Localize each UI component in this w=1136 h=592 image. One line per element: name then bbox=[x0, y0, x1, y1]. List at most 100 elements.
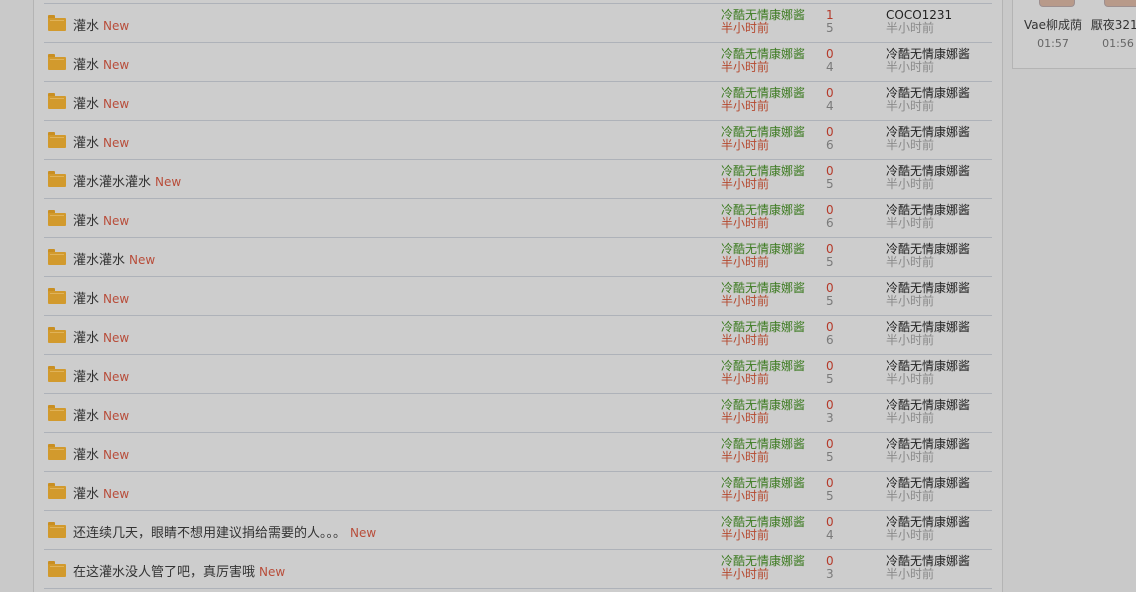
thread-row[interactable]: 灌水 New 冷酷无情康娜酱 半小时前 1 5 COCO1231 半小时前 bbox=[44, 4, 992, 43]
view-count: 5 bbox=[826, 294, 834, 308]
view-count: 5 bbox=[826, 450, 834, 464]
thread-row[interactable]: 灌水 New 冷酷无情康娜酱 半小时前 0 4 冷酷无情康娜酱 半小时前 bbox=[44, 82, 992, 121]
last-post-time[interactable]: 半小时前 bbox=[886, 451, 970, 464]
thread-counts: 05 bbox=[826, 282, 834, 308]
visitor-name[interactable]: Vae柳成荫 bbox=[1023, 16, 1083, 33]
post-time: 半小时前 bbox=[721, 21, 770, 35]
thread-title-link[interactable]: 灌水 bbox=[73, 370, 99, 385]
thread-title-wrap: 灌水 New bbox=[73, 366, 129, 385]
thread-author: 冷酷无情康娜酱 半小时前 bbox=[721, 438, 805, 464]
last-post-time[interactable]: 半小时前 bbox=[886, 61, 970, 74]
new-badge: New bbox=[155, 175, 182, 189]
thread-title-link[interactable]: 灌水 bbox=[73, 409, 99, 424]
last-post: 冷酷无情康娜酱 半小时前 bbox=[886, 48, 970, 74]
last-post-time[interactable]: 半小时前 bbox=[886, 256, 970, 269]
thread-row[interactable]: 灌水 New 冷酷无情康娜酱 半小时前 0 5 冷酷无情康娜酱 半小时前 bbox=[44, 472, 992, 511]
thread-counts: 03 bbox=[826, 555, 834, 581]
last-post: 冷酷无情康娜酱 半小时前 bbox=[886, 282, 970, 308]
last-post-time[interactable]: 半小时前 bbox=[886, 412, 970, 425]
last-post-time[interactable]: 半小时前 bbox=[886, 139, 970, 152]
last-post-time[interactable]: 半小时前 bbox=[886, 529, 970, 542]
thread-title-link[interactable]: 灌水灌水 bbox=[73, 253, 125, 268]
new-badge: New bbox=[103, 292, 130, 306]
post-time: 半小时前 bbox=[721, 138, 770, 152]
last-post-time[interactable]: 半小时前 bbox=[886, 568, 970, 581]
thread-author: 冷酷无情康娜酱 半小时前 bbox=[721, 126, 805, 152]
thread-title-link[interactable]: 灌水 bbox=[73, 487, 99, 502]
thread-title-link[interactable]: 灌水 bbox=[73, 292, 99, 307]
last-post-time[interactable]: 半小时前 bbox=[886, 178, 970, 191]
thread-row[interactable]: 灌水 New 冷酷无情康娜酱 半小时前 0 5 冷酷无情康娜酱 半小时前 bbox=[44, 355, 992, 394]
thread-row[interactable]: 灌水 New 冷酷无情康娜酱 半小时前 0 4 冷酷无情康娜酱 半小时前 bbox=[44, 43, 992, 82]
last-post-time[interactable]: 半小时前 bbox=[886, 334, 970, 347]
view-count: 4 bbox=[826, 528, 834, 542]
folder-icon bbox=[48, 327, 66, 343]
thread-author: 冷酷无情康娜酱 半小时前 bbox=[721, 9, 805, 35]
last-post-time[interactable]: 半小时前 bbox=[886, 295, 970, 308]
folder-icon bbox=[48, 522, 66, 538]
folder-icon bbox=[48, 171, 66, 187]
last-post: COCO1231 半小时前 bbox=[886, 9, 952, 35]
last-post: 冷酷无情康娜酱 半小时前 bbox=[886, 204, 970, 230]
last-post: 冷酷无情康娜酱 半小时前 bbox=[886, 126, 970, 152]
thread-counts: 04 bbox=[826, 87, 834, 113]
thread-title-wrap: 灌水 New bbox=[73, 15, 129, 34]
thread-title-link[interactable]: 灌水 bbox=[73, 19, 99, 34]
avatar[interactable] bbox=[1104, 0, 1136, 7]
post-time: 半小时前 bbox=[721, 60, 770, 74]
recent-visitors-panel: Vae柳成荫 01:57 厭夜3216 01:56 bbox=[1012, 0, 1136, 69]
post-time: 半小时前 bbox=[721, 333, 770, 347]
thread-row[interactable]: 灌水 New 冷酷无情康娜酱 半小时前 0 6 冷酷无情康娜酱 半小时前 bbox=[44, 121, 992, 160]
thread-title-link[interactable]: 还连续几天，眼睛不想用建议捐给需要的人。。。 bbox=[73, 526, 346, 541]
thread-row[interactable]: 灌水 New 冷酷无情康娜酱 半小时前 0 5 冷酷无情康娜酱 半小时前 bbox=[44, 433, 992, 472]
visitor-time: 01:56 bbox=[1102, 37, 1134, 50]
visitor-name[interactable]: 厭夜3216 bbox=[1088, 16, 1136, 33]
new-badge: New bbox=[103, 409, 130, 423]
thread-row[interactable]: 灌水 New 冷酷无情康娜酱 半小时前 0 5 冷酷无情康娜酱 半小时前 bbox=[44, 277, 992, 316]
new-badge: New bbox=[103, 487, 130, 501]
post-time: 半小时前 bbox=[721, 216, 770, 230]
thread-title-link[interactable]: 灌水 bbox=[73, 97, 99, 112]
thread-title-link[interactable]: 在这灌水没人管了吧，真厉害哦 bbox=[73, 565, 255, 580]
thread-title-link[interactable]: 灌水 bbox=[73, 331, 99, 346]
thread-counts: 05 bbox=[826, 438, 834, 464]
thread-title-link[interactable]: 灌水 bbox=[73, 214, 99, 229]
thread-author: 冷酷无情康娜酱 半小时前 bbox=[721, 48, 805, 74]
folder-icon bbox=[48, 444, 66, 460]
last-post-time[interactable]: 半小时前 bbox=[886, 100, 970, 113]
thread-title-link[interactable]: 灌水 bbox=[73, 136, 99, 151]
view-count: 6 bbox=[826, 216, 834, 230]
last-post-time[interactable]: 半小时前 bbox=[886, 490, 970, 503]
thread-title-link[interactable]: 灌水 bbox=[73, 58, 99, 73]
view-count: 5 bbox=[826, 372, 834, 386]
last-post-time[interactable]: 半小时前 bbox=[886, 373, 970, 386]
thread-row[interactable]: 灌水 New 冷酷无情康娜酱 半小时前 0 3 冷酷无情康娜酱 半小时前 bbox=[44, 394, 992, 433]
thread-row[interactable]: 灌水 New 冷酷无情康娜酱 半小时前 0 6 冷酷无情康娜酱 半小时前 bbox=[44, 199, 992, 238]
view-count: 4 bbox=[826, 99, 834, 113]
last-post-time[interactable]: 半小时前 bbox=[886, 22, 952, 35]
thread-title-wrap: 灌水 New bbox=[73, 210, 129, 229]
thread-counts: 05 bbox=[826, 477, 834, 503]
thread-row[interactable]: 灌水灌水灌水 New 冷酷无情康娜酱 半小时前 0 5 冷酷无情康娜酱 半小时前 bbox=[44, 160, 992, 199]
new-badge: New bbox=[103, 97, 130, 111]
thread-author: 冷酷无情康娜酱 半小时前 bbox=[721, 360, 805, 386]
view-count: 6 bbox=[826, 138, 834, 152]
last-post: 冷酷无情康娜酱 半小时前 bbox=[886, 360, 970, 386]
view-count: 5 bbox=[826, 489, 834, 503]
thread-row[interactable]: 还连续几天，眼睛不想用建议捐给需要的人。。。 New 冷酷无情康娜酱 半小时前 0 4 冷酷… bbox=[44, 511, 992, 550]
thread-row[interactable]: 灌水灌水 New 冷酷无情康娜酱 半小时前 0 5 冷酷无情康娜酱 半小时前 bbox=[44, 238, 992, 277]
thread-title-link[interactable]: 灌水灌水灌水 bbox=[73, 175, 151, 190]
thread-row[interactable]: 灌水 New 冷酷无情康娜酱 半小时前 0 6 冷酷无情康娜酱 半小时前 bbox=[44, 316, 992, 355]
thread-row[interactable]: 在这灌水没人管了吧，真厉害哦 New 冷酷无情康娜酱 半小时前 0 3 冷酷无情康娜酱 半小时… bbox=[44, 550, 992, 589]
last-post: 冷酷无情康娜酱 半小时前 bbox=[886, 399, 970, 425]
last-post-time[interactable]: 半小时前 bbox=[886, 217, 970, 230]
thread-counts: 06 bbox=[826, 126, 834, 152]
thread-title-link[interactable]: 灌水 bbox=[73, 448, 99, 463]
new-badge: New bbox=[103, 136, 130, 150]
avatar[interactable] bbox=[1039, 0, 1075, 7]
thread-counts: 06 bbox=[826, 321, 834, 347]
view-count: 5 bbox=[826, 21, 834, 35]
thread-author: 冷酷无情康娜酱 半小时前 bbox=[721, 165, 805, 191]
thread-counts: 05 bbox=[826, 165, 834, 191]
new-badge: New bbox=[259, 565, 286, 579]
